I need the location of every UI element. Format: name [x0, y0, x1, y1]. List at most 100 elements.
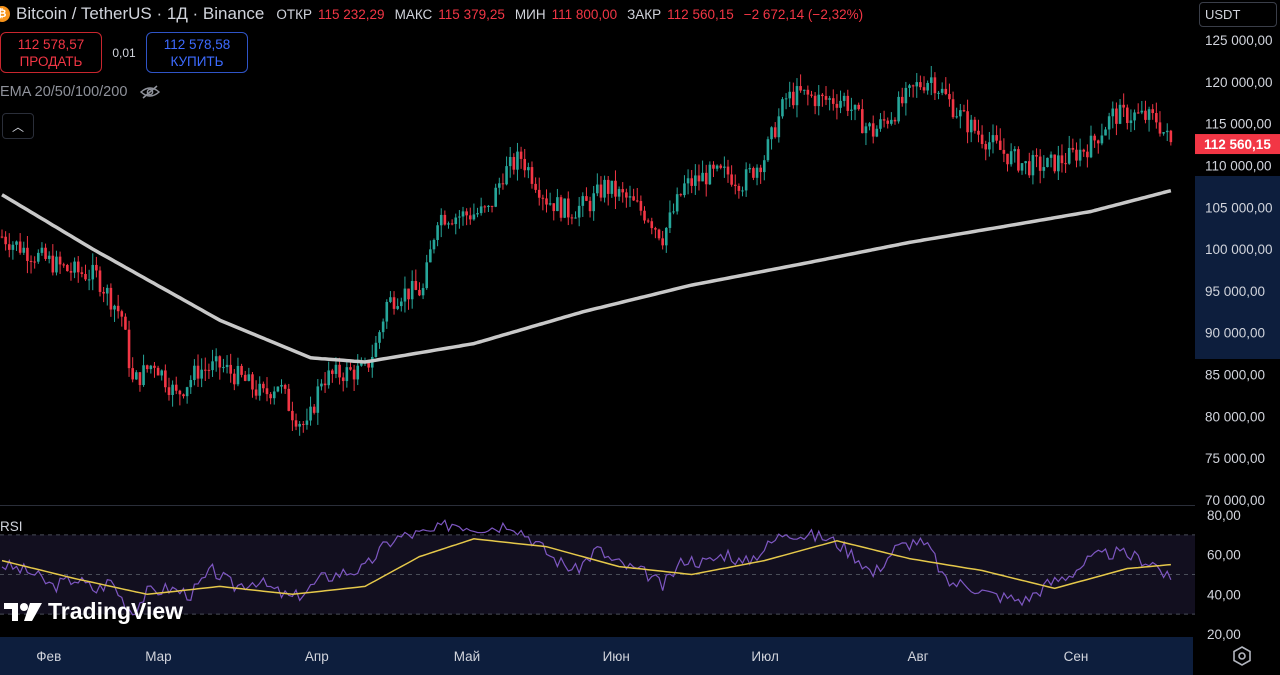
candle-body: [58, 256, 62, 265]
candle-body: [1133, 112, 1136, 121]
candle-body: [1165, 130, 1169, 133]
candle-body: [174, 384, 178, 391]
price-tick-label: 115 000,00: [1205, 117, 1272, 132]
candle-body: [236, 365, 240, 385]
candle-body: [592, 193, 595, 212]
candle-body: [991, 135, 995, 143]
symbol-title[interactable]: Bitcoin / TetherUS · 1Д · Binance: [16, 4, 264, 24]
candle-body: [726, 166, 730, 175]
candle-body: [868, 123, 871, 127]
candle-body: [581, 196, 585, 206]
candle-body: [694, 175, 697, 186]
collapse-legend-button[interactable]: ︿: [2, 113, 34, 139]
candle-body: [1140, 110, 1144, 113]
candle-body: [944, 88, 948, 95]
candle-body: [672, 211, 675, 213]
candle-body: [1158, 122, 1162, 134]
candle-body: [766, 139, 770, 161]
ohlc-legend: ОТКР 115 232,29 МАКС 115 379,25 МИН 111 …: [276, 7, 867, 22]
candle-body: [1046, 157, 1049, 168]
price-tick-label: 70 000,00: [1205, 493, 1265, 508]
candle-body: [908, 85, 911, 88]
candle-body: [1082, 149, 1086, 152]
candle-body: [900, 96, 904, 104]
candle-body: [262, 383, 265, 389]
sell-button[interactable]: 112 578,57 ПРОДАТЬ: [0, 32, 102, 73]
candle-body: [258, 383, 262, 396]
candle-body: [193, 365, 196, 381]
candle-body: [625, 192, 628, 198]
candle-body: [643, 210, 646, 221]
candle-body: [831, 98, 835, 104]
candle-body: [1155, 113, 1158, 123]
candle-body: [781, 99, 784, 117]
candle-body: [759, 167, 762, 173]
candle-body: [352, 369, 356, 380]
candle-body: [458, 216, 461, 218]
candle-body: [690, 178, 693, 186]
candle-body: [588, 200, 592, 212]
candle-body: [566, 198, 570, 218]
candle-body: [207, 369, 211, 371]
low-value: 111 800,00: [551, 6, 618, 22]
candle-body: [95, 264, 98, 271]
candle-body: [741, 190, 744, 192]
candle-body: [182, 394, 185, 397]
candle-body: [102, 291, 105, 294]
time-tick-label: Мар: [145, 649, 171, 664]
candle-body: [904, 87, 908, 104]
candle-body: [646, 220, 650, 222]
sell-label: ПРОДАТЬ: [19, 53, 83, 69]
candle-body: [218, 356, 222, 368]
rsi-tick-label: 40,00: [1207, 587, 1241, 602]
candle-body: [966, 111, 969, 133]
candle-body: [530, 167, 534, 184]
candle-body: [91, 264, 95, 280]
candle-body: [650, 221, 654, 229]
time-tick-label: Авг: [908, 649, 929, 664]
candle-body: [621, 189, 625, 193]
candle-body: [240, 365, 243, 375]
time-tick-label: Июн: [603, 649, 630, 664]
candle-body: [1104, 129, 1107, 136]
candle-body: [505, 166, 508, 185]
candle-body: [439, 214, 443, 226]
candle-body: [113, 305, 116, 310]
candle-body: [596, 184, 599, 194]
candle-body: [603, 179, 606, 198]
candle-body: [178, 390, 182, 395]
price-tick-label: 80 000,00: [1205, 409, 1265, 424]
candle-body: [429, 249, 432, 263]
price-tick-label: 85 000,00: [1205, 368, 1265, 383]
candle-body: [664, 227, 668, 246]
buy-button[interactable]: 112 578,58 КУПИТЬ: [146, 32, 248, 73]
time-tick-label: Июл: [751, 649, 778, 664]
candle-body: [784, 98, 788, 100]
candle-body: [799, 86, 802, 91]
candle-body: [527, 167, 530, 171]
close-label: ЗАКР: [627, 6, 662, 22]
close-value: 112 560,15: [667, 6, 734, 22]
candle-body: [1057, 155, 1060, 172]
candle-body: [919, 82, 922, 88]
gear-icon[interactable]: [1230, 644, 1254, 668]
candle-body: [124, 316, 127, 330]
candle-body: [802, 89, 806, 91]
rsi-tick-label: 20,00: [1207, 627, 1241, 642]
candle-body: [62, 264, 66, 266]
currency-select[interactable]: USDT: [1199, 2, 1277, 27]
ema-label[interactable]: EMA 20/50/100/200: [0, 84, 127, 100]
price-tick-label: 90 000,00: [1205, 326, 1265, 341]
candle-body: [269, 394, 272, 399]
candle-body: [432, 239, 436, 250]
candle-body: [1035, 155, 1038, 157]
candle-body: [276, 386, 280, 392]
change-value: −2 672,14 (−2,32%): [743, 6, 864, 22]
candle-body: [225, 364, 229, 368]
candle-body: [312, 406, 316, 413]
candle-body: [26, 247, 29, 261]
candle-body: [748, 168, 752, 170]
price-chart[interactable]: 125 000,00 120 000,00 115 000,00 110 000,00…: [0, 0, 1280, 675]
candle-body: [556, 197, 559, 212]
eye-hidden-icon[interactable]: [139, 84, 161, 100]
